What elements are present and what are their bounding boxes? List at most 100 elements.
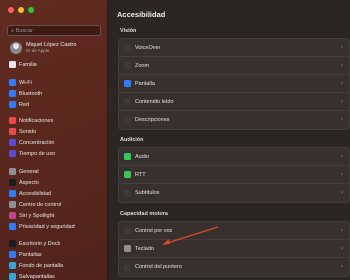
display-icon (9, 251, 16, 258)
keyboard-icon (124, 245, 131, 252)
appearance-icon (9, 179, 16, 186)
sidebar-item-label: Concentración (19, 139, 55, 146)
sidebar-item-label: Notificaciones (19, 117, 54, 124)
settings-row-label: Contenido leído (135, 98, 174, 105)
settings-row-zoom[interactable]: Zoom › (119, 57, 349, 75)
chevron-right-icon: › (341, 44, 343, 51)
sidebar-item-label: Escritorio y Dock (19, 240, 61, 247)
settings-row-label: Control del puntero (135, 264, 182, 270)
section-title: Audición (120, 137, 144, 143)
speech-bubble-icon (124, 98, 131, 105)
account-subtitle: ID de Apple (26, 48, 50, 53)
family-icon (9, 61, 16, 68)
sidebar-item-label: Tiempo de uso (19, 150, 56, 157)
settings-row-label: Zoom (135, 62, 150, 69)
settings-row-label: Descripciones (135, 117, 170, 123)
settings-row-label: Subtítulos (135, 190, 160, 196)
settings-row-control-por-voz[interactable]: Control por voz › (119, 222, 349, 240)
rtt-icon (124, 171, 131, 178)
sidebar-item-concentración[interactable]: Concentración (9, 138, 54, 147)
sidebar-item-label: Centro de control (19, 201, 62, 208)
hourglass-icon (9, 150, 16, 157)
chevron-right-icon: › (341, 62, 343, 69)
moon-icon (9, 139, 16, 146)
window-controls (8, 7, 34, 13)
chevron-right-icon: › (341, 98, 343, 105)
sidebar-item-siri-y-spotlight[interactable]: Siri y Spotlight (9, 211, 54, 220)
sidebar-item-aspecto[interactable]: Aspecto (9, 178, 39, 187)
settings-row-rtt[interactable]: RTT › (119, 166, 349, 184)
settings-row-teclado[interactable]: Teclado › (119, 240, 349, 258)
sidebar-item-fondo-de-pantalla[interactable]: Fondo de pantalla (9, 261, 63, 270)
settings-group: Audio › RTT › Subtítulos › (118, 147, 350, 203)
settings-group: VoiceOver › Zoom › Pantalla › Contenido leído ›… (118, 38, 350, 130)
settings-row-pantalla[interactable]: Pantalla › (119, 75, 349, 93)
sidebar: ⌕ Miquel López Castro ID de Apple Famili… (0, 0, 108, 280)
search-icon: ⌕ (11, 27, 14, 34)
settings-row-subtítulos[interactable]: Subtítulos › (119, 184, 349, 202)
sidebar-item-label: Siri y Spotlight (19, 212, 55, 219)
sidebar-item-label: Familia (19, 61, 37, 68)
sidebar-item-general[interactable]: General (9, 167, 39, 176)
sidebar-item-accesibilidad[interactable]: Accesibilidad (9, 189, 51, 198)
settings-row-label: VoiceOver (135, 44, 161, 51)
section-title: Visión (120, 28, 137, 34)
chevron-right-icon: › (341, 171, 343, 178)
close-button[interactable] (8, 7, 14, 13)
section-title: Capacidad motora (120, 211, 168, 217)
voice-control-icon (124, 227, 131, 234)
sidebar-item-notificaciones[interactable]: Notificaciones (9, 116, 53, 125)
sidebar-item-familia[interactable]: Familia (9, 60, 37, 69)
minimize-button[interactable] (18, 7, 24, 13)
apple-id-account[interactable]: Miquel López Castro ID de Apple (10, 42, 76, 54)
page-title: Accesibilidad (117, 10, 166, 19)
accessibility-icon (9, 190, 16, 197)
sidebar-item-label: Fondo de pantalla (19, 262, 64, 269)
sidebar-item-label: General (19, 168, 39, 175)
speaker-icon (9, 128, 16, 135)
main-panel: Accesibilidad Visión VoiceOver › Zoom › Panta… (108, 0, 350, 280)
settings-row-descripciones[interactable]: Descripciones › (119, 111, 349, 129)
pointer-icon (124, 263, 131, 271)
zoom-button[interactable] (28, 7, 34, 13)
sidebar-item-pantallas[interactable]: Pantallas (9, 250, 42, 259)
settings-row-label: Control por voz (135, 227, 173, 234)
sidebar-item-salvapantallas[interactable]: Salvapantallas (9, 272, 55, 280)
search-input[interactable] (15, 27, 96, 34)
settings-row-label: Pantalla (135, 80, 155, 87)
chevron-right-icon: › (341, 153, 343, 160)
settings-row-audio[interactable]: Audio › (119, 148, 349, 166)
control-center-icon (9, 201, 16, 208)
subtitles-icon (124, 189, 131, 197)
sidebar-item-centro-de-control[interactable]: Centro de control (9, 200, 61, 209)
dock-icon (9, 240, 16, 247)
settings-window: ⌕ Miquel López Castro ID de Apple Famili… (0, 0, 350, 280)
settings-row-label: RTT (135, 171, 146, 178)
settings-row-label: Teclado (135, 245, 154, 252)
search-field[interactable]: ⌕ (7, 25, 101, 36)
sidebar-item-label: Bluetooth (19, 90, 43, 97)
chevron-right-icon: › (341, 117, 343, 123)
sidebar-item-bluetooth[interactable]: Bluetooth (9, 89, 42, 98)
wallpaper-icon (9, 262, 16, 269)
sidebar-item-label: Salvapantallas (19, 273, 55, 280)
sidebar-item-privacidad-y-seguridad[interactable]: Privacidad y seguridad (9, 222, 75, 231)
sidebar-item-label: Red (19, 101, 30, 108)
sidebar-item-wi-fi[interactable]: Wi-Fi (9, 78, 32, 87)
sidebar-item-label: Aspecto (19, 179, 39, 186)
settings-row-label: Audio (135, 153, 150, 160)
sidebar-item-sonido[interactable]: Sonido (9, 127, 36, 136)
settings-row-voiceover[interactable]: VoiceOver › (119, 39, 349, 57)
chevron-right-icon: › (341, 80, 343, 87)
settings-row-control-del-puntero[interactable]: Control del puntero › (119, 258, 349, 276)
chevron-right-icon: › (341, 190, 343, 196)
voiceover-icon (124, 44, 131, 51)
sidebar-item-escritorio-y-dock[interactable]: Escritorio y Dock (9, 239, 60, 248)
chevron-right-icon: › (341, 227, 343, 234)
sidebar-item-red[interactable]: Red (9, 100, 29, 109)
wifi-icon (9, 79, 16, 86)
sidebar-item-tiempo-de-uso[interactable]: Tiempo de uso (9, 149, 55, 158)
zoom-icon (124, 62, 131, 69)
bluetooth-icon (9, 90, 16, 97)
settings-row-contenido-leído[interactable]: Contenido leído › (119, 93, 349, 111)
